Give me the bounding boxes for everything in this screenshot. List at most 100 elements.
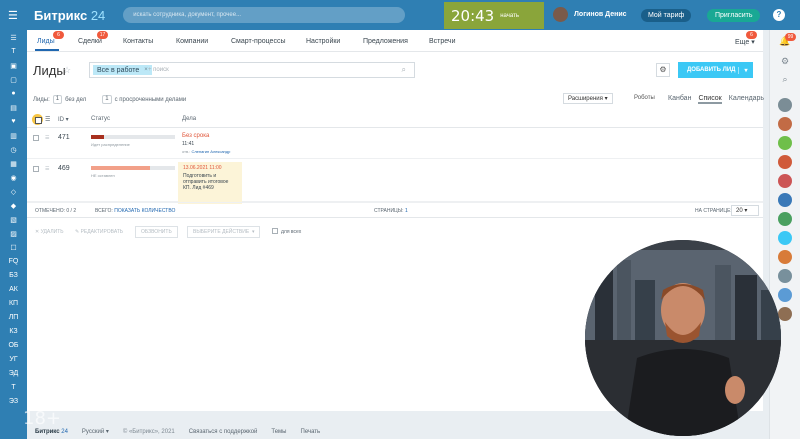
sidebar-icon[interactable]: ▥ (0, 132, 27, 140)
for-all-checkbox[interactable] (272, 228, 278, 234)
filter-chip[interactable]: Все в работе × (93, 65, 152, 75)
filter-search-input[interactable]: Все в работе × + поиск ⌕ (89, 62, 415, 78)
row-menu-icon[interactable]: ☰ (45, 116, 50, 123)
print-link[interactable]: Печать (301, 429, 321, 435)
column-deals[interactable]: Дела (182, 116, 196, 122)
overdue-label[interactable]: с просроченными делами (115, 97, 187, 103)
tariff-button[interactable]: Мой тариф (641, 9, 692, 22)
chevron-down-icon[interactable]: ▾ (738, 66, 753, 74)
search-icon[interactable]: ⌕ (402, 65, 406, 75)
avatar[interactable] (778, 212, 792, 226)
invite-button[interactable]: Пригласить (707, 9, 761, 22)
delete-button[interactable]: ✕ УДАЛИТЬ (35, 229, 64, 235)
row-menu-icon[interactable]: ☰ (45, 166, 49, 172)
row-menu-icon[interactable]: ☰ (45, 135, 49, 141)
tab-contacts[interactable]: Контакты (123, 38, 153, 45)
call-button[interactable]: ОБЗВОНИТЬ (135, 226, 178, 238)
avatar[interactable] (778, 155, 792, 169)
sidebar-icon[interactable]: ◇ (0, 188, 27, 196)
column-status[interactable]: Статус (91, 116, 110, 122)
sidebar-icon[interactable]: ▧ (0, 216, 27, 224)
settings-icon[interactable]: ⚙ (778, 56, 792, 67)
sidebar-icon[interactable]: ▢ (0, 76, 27, 84)
sidebar-icon[interactable]: ◷ (0, 146, 27, 154)
gear-icon[interactable]: ⚙ (656, 63, 670, 77)
extensions-button[interactable]: Расширения ▾ (563, 93, 613, 104)
sidebar-item-2[interactable]: АК (0, 286, 27, 293)
overdue-count[interactable]: 1 (102, 95, 112, 104)
sidebar-item-1[interactable]: БЗ (0, 272, 27, 279)
view-list[interactable]: Список (698, 95, 722, 104)
deal-responsible-name[interactable]: Слепагин Александр (191, 149, 230, 154)
page-1[interactable]: 1 (405, 208, 408, 214)
language-select[interactable]: Русский ▾ (82, 428, 109, 435)
star-icon[interactable]: ☆ (63, 65, 71, 76)
tab-meetings[interactable]: Встречи (429, 38, 456, 45)
avatar[interactable] (778, 193, 792, 207)
sidebar-item-0[interactable]: FQ (0, 258, 27, 265)
sidebar-icon[interactable]: ▣ (0, 62, 27, 70)
sidebar-icon[interactable]: ▦ (0, 160, 27, 168)
footer-brand[interactable]: Битрикс 24 (35, 429, 68, 435)
sidebar-item-3[interactable]: КП (0, 300, 27, 307)
view-calendar[interactable]: Календарь (729, 95, 764, 104)
show-count-link[interactable]: ПОКАЗАТЬ КОЛИЧЕСТВО (114, 208, 175, 214)
themes-link[interactable]: Темы (271, 429, 286, 435)
avatar[interactable] (778, 98, 792, 112)
sidebar-item-8[interactable]: ЭД (0, 370, 27, 377)
sidebar-icon[interactable]: ☐ (0, 244, 27, 252)
sidebar-icon[interactable]: Т (0, 48, 27, 55)
edit-button[interactable]: ✎ РЕДАКТИРОВАТЬ (75, 229, 123, 235)
support-link[interactable]: Связаться с поддержкой (189, 429, 258, 435)
choose-action-select[interactable]: ВЫБЕРИТЕ ДЕЙСТВИЕ ▾ (187, 226, 261, 238)
robots-button[interactable]: Роботы (634, 95, 655, 101)
sidebar-icon[interactable]: ▨ (0, 230, 27, 238)
status-progress-bar[interactable] (91, 135, 175, 139)
sidebar-item-4[interactable]: ЛП (0, 314, 27, 321)
select-all-checkbox[interactable] (32, 114, 43, 125)
sidebar-item-7[interactable]: УГ (0, 356, 27, 363)
help-icon[interactable]: ? (773, 9, 785, 21)
global-search-input[interactable]: искать сотрудника, документ, прочее... (123, 7, 406, 23)
sidebar-icon[interactable]: ▤ (0, 104, 27, 112)
per-page-select[interactable]: 20 ▾ (731, 205, 759, 216)
view-kanban[interactable]: Канбан (668, 95, 691, 104)
sidebar-item-5[interactable]: КЗ (0, 328, 27, 335)
no-deals-count[interactable]: 1 (52, 95, 63, 104)
search-icon[interactable]: ⌕ (778, 74, 792, 85)
user-menu[interactable]: Логинов Денис (553, 7, 627, 22)
sidebar-item-6[interactable]: ОБ (0, 342, 27, 349)
row-id[interactable]: 471 (58, 134, 70, 141)
add-lead-button[interactable]: ДОБАВИТЬ ЛИД ▾ (678, 62, 753, 78)
sidebar-icon[interactable]: ◆ (0, 202, 27, 210)
tab-deals[interactable]: Сделки (78, 38, 102, 45)
table-row[interactable]: ☰ 469 НЕ оставлен 13.06.2021 11:00 Подго… (27, 160, 763, 204)
row-checkbox[interactable] (33, 166, 39, 172)
avatar[interactable] (778, 136, 792, 150)
table-row[interactable]: ☰ 471 Идет распределение Без срока 11:41… (27, 129, 763, 159)
sidebar-icon[interactable]: ● (0, 90, 27, 97)
sidebar-item-10[interactable]: ЭЗ (0, 398, 27, 405)
sidebar-item-9[interactable]: Т (0, 384, 27, 391)
logo[interactable]: Битрикс 24 (34, 8, 105, 23)
menu-icon[interactable]: ☰ (8, 9, 26, 22)
no-deals-label[interactable]: без дел (65, 97, 86, 103)
sidebar-icon[interactable]: ◉ (0, 174, 27, 182)
workday-clock[interactable]: 20:43 начать (444, 2, 544, 29)
status-progress-bar[interactable] (91, 166, 175, 170)
tab-companies[interactable]: Компании (176, 38, 208, 45)
row-id[interactable]: 469 (58, 165, 70, 172)
task-card[interactable]: 13.06.2021 11:00 Подготовить и отправить… (178, 162, 242, 204)
sidebar-icon[interactable]: ♥ (0, 118, 27, 125)
tab-settings[interactable]: Настройки (306, 38, 340, 45)
tab-leads[interactable]: Лиды (37, 38, 55, 45)
avatar[interactable] (778, 174, 792, 188)
tab-smart-processes[interactable]: Смарт-процессы (231, 38, 285, 45)
sidebar-icon[interactable]: ☰ (0, 34, 27, 42)
tab-more[interactable]: Еще ▾ (735, 38, 755, 46)
tab-offers[interactable]: Предложения (363, 38, 408, 45)
avatar[interactable] (778, 117, 792, 131)
deal-no-deadline[interactable]: Без срока (182, 133, 209, 139)
row-checkbox[interactable] (33, 135, 39, 141)
column-id[interactable]: ID ▾ (58, 116, 69, 123)
